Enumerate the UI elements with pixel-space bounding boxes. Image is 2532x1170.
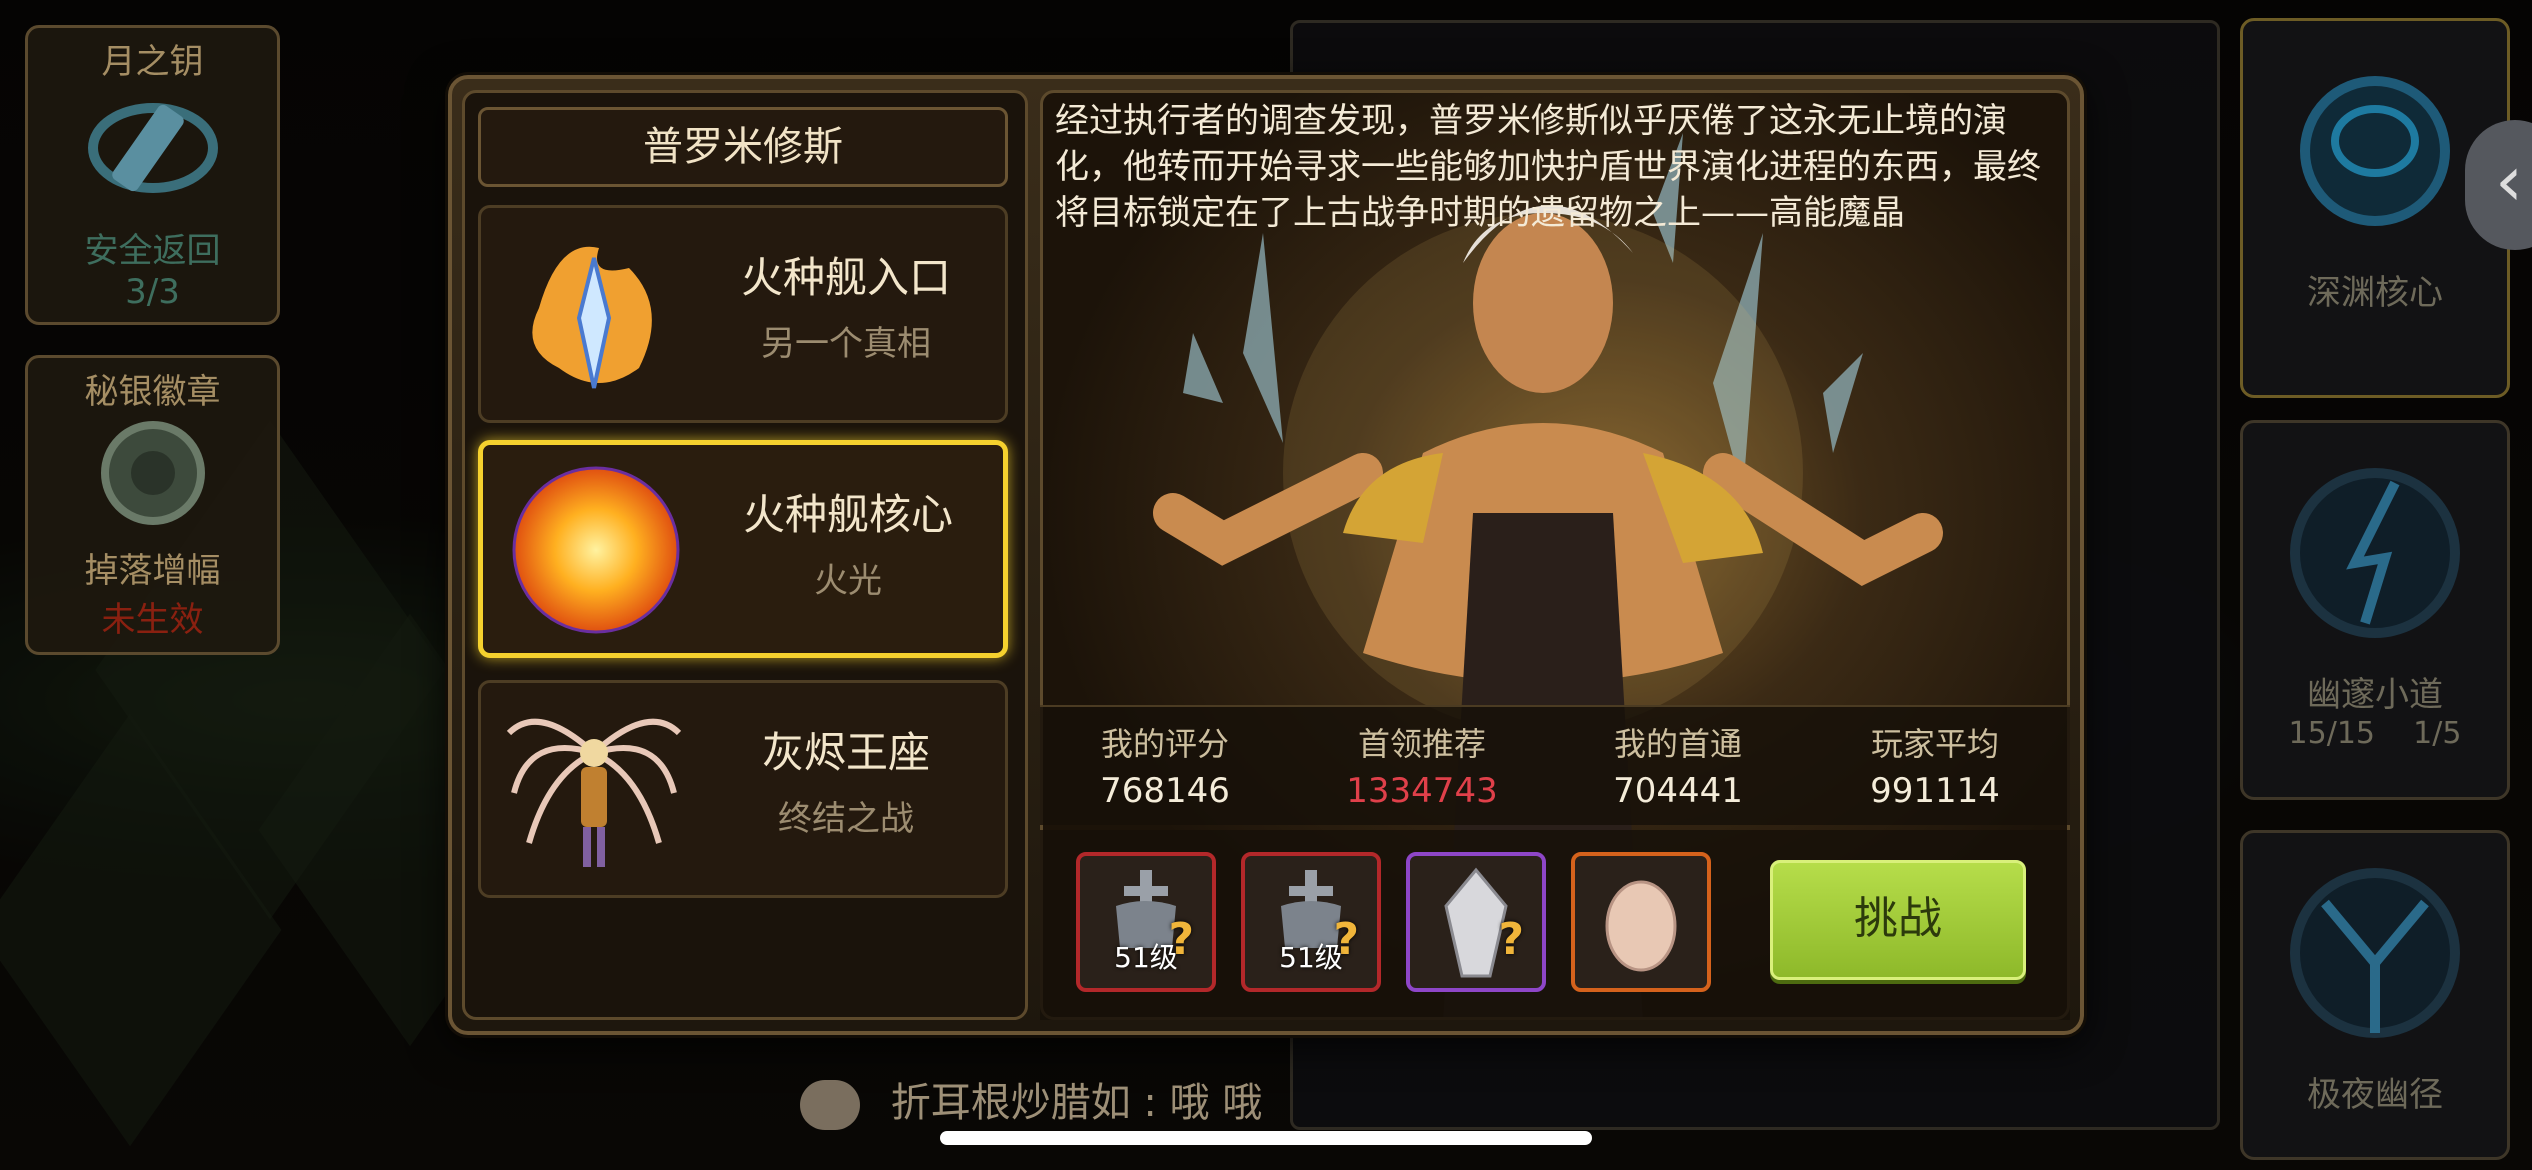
dark-path-stat1: 15/15 xyxy=(2288,716,2376,751)
stage-name: 火种舰入口 xyxy=(740,253,951,302)
moon-key-count: 3/3 xyxy=(125,272,180,312)
home-indicator[interactable] xyxy=(940,1131,1592,1145)
stage-item[interactable]: 灰烬王座 终结之战 xyxy=(478,680,1008,898)
moon-key-title: 月之钥 xyxy=(101,42,204,82)
chat-bubble-icon xyxy=(800,1080,860,1130)
egg-icon xyxy=(1605,880,1677,972)
first-recommend: 首领推荐 1334743 xyxy=(1302,719,1542,811)
reward-slot[interactable]: ? 51级 xyxy=(1241,852,1381,992)
score-stats-bar: 我的评分 768146 首领推荐 1334743 我的首通 704441 玩家平… xyxy=(1040,705,2070,825)
reward-slot[interactable] xyxy=(1571,852,1711,992)
key-icon xyxy=(87,103,218,193)
my-score-value: 768146 xyxy=(1100,771,1230,811)
fire-sun-icon xyxy=(512,466,680,634)
dark-path-stats: 15/15 1/5 xyxy=(2243,716,2507,751)
chevron-left-icon: ‹ xyxy=(2495,140,2523,222)
polar-night-card[interactable]: 极夜幽径 xyxy=(2240,830,2510,1160)
polar-night-label: 极夜幽径 xyxy=(2307,1075,2443,1115)
stage-item-selected[interactable]: 火种舰核心 火光 xyxy=(478,440,1008,658)
dark-path-label: 幽邃小道 xyxy=(2307,675,2443,715)
first-recommend-value: 1334743 xyxy=(1346,771,1498,811)
first-recommend-label: 首领推荐 xyxy=(1357,725,1486,763)
badge-icon xyxy=(100,421,205,525)
my-score: 我的评分 768146 xyxy=(1045,719,1285,811)
challenge-button[interactable]: 挑战 xyxy=(1770,860,2026,980)
chat-text: 折耳根炒腊如 : 哦 哦 xyxy=(890,1080,1263,1126)
player-average-value: 991114 xyxy=(1870,771,2000,811)
collapse-button[interactable]: ‹ xyxy=(2465,120,2532,250)
boss-story-text: 经过执行者的调查发现，普罗米修斯似乎厌倦了这永无止境的演化，他转而开始寻求一些能… xyxy=(1055,101,2041,233)
mithril-badge-state: 未生效 xyxy=(101,600,204,640)
stage-name: 灰烬王座 xyxy=(761,728,930,777)
dark-path-stat2: 1/5 xyxy=(2413,716,2462,751)
boss-name: 普罗米修斯 xyxy=(478,107,1008,187)
portal-icon xyxy=(2300,76,2450,226)
my-first-clear-value: 704441 xyxy=(1613,771,1743,811)
lightning-portal-icon xyxy=(2290,468,2460,638)
moon-key-status: 安全返回 xyxy=(84,231,221,271)
player-average: 玩家平均 991114 xyxy=(1815,719,2055,811)
star-portal-icon xyxy=(2290,868,2460,1038)
chat-line[interactable]: 折耳根炒腊如 : 哦 哦 xyxy=(800,1070,1262,1140)
reward-level: 51级 xyxy=(1114,941,1178,974)
stage-item[interactable]: 火种舰入口 另一个真相 xyxy=(478,205,1008,423)
stage-subtitle: 另一个真相 xyxy=(761,324,931,364)
player-average-label: 玩家平均 xyxy=(1870,725,1999,763)
stage-subtitle: 火光 xyxy=(814,561,882,601)
stage-name: 火种舰核心 xyxy=(742,490,953,539)
my-first-clear-label: 我的首通 xyxy=(1613,725,1742,763)
fire-crystal-icon xyxy=(532,246,652,389)
stage-subtitle: 终结之战 xyxy=(778,799,914,839)
my-first-clear: 我的首通 704441 xyxy=(1558,719,1798,811)
reward-slot[interactable]: ? 51级 xyxy=(1076,852,1216,992)
reward-slot[interactable]: ? xyxy=(1406,852,1546,992)
my-score-label: 我的评分 xyxy=(1100,725,1229,763)
question-mark-icon: ? xyxy=(1498,914,1524,965)
dark-path-card[interactable]: 幽邃小道 15/15 1/5 xyxy=(2240,420,2510,800)
abyss-core-label: 深渊核心 xyxy=(2307,273,2443,313)
reward-level: 51级 xyxy=(1279,941,1343,974)
moon-key-card[interactable]: 月之钥 安全返回 3/3 xyxy=(25,25,280,325)
mithril-badge-status: 掉落增幅 xyxy=(84,551,221,591)
winged-boss-icon xyxy=(506,718,682,867)
mithril-badge-card[interactable]: 秘银徽章 掉落增幅 未生效 xyxy=(25,355,280,655)
mithril-badge-title: 秘银徽章 xyxy=(84,372,221,412)
